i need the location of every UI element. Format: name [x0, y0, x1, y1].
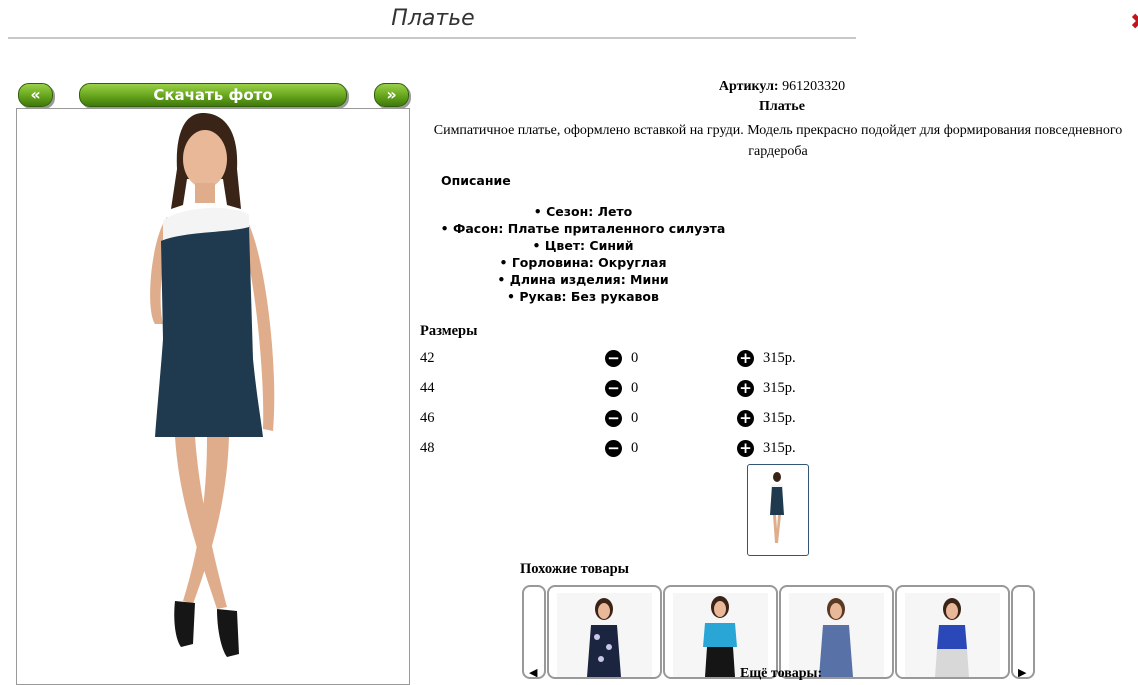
minus-circle-icon[interactable]: − [605, 350, 622, 367]
spec-length: Длина изделия: Мини [509, 272, 669, 287]
article-label: Артикул: [718, 79, 779, 94]
spec-color: Цвет: Синий [544, 238, 634, 253]
similar-product-illustration [673, 593, 768, 677]
quantity-value: 0 [631, 440, 639, 456]
chevron-left-icon: ◀ [529, 666, 538, 679]
plus-circle-icon[interactable]: + [737, 410, 754, 427]
size-label: 48 [420, 440, 435, 456]
similar-product-illustration [905, 593, 1000, 677]
plus-circle-icon[interactable]: + [737, 350, 754, 367]
next-photo-button[interactable]: » [374, 83, 409, 107]
spec-item: • Длина изделия: Мини [497, 272, 669, 287]
chevron-right-icon: ▶ [1018, 666, 1027, 679]
plus-circle-icon[interactable]: + [737, 440, 754, 457]
size-row: 42 − 0 + 315р. [420, 350, 820, 370]
quantity-value: 0 [631, 380, 639, 396]
size-row: 48 − 0 + 315р. [420, 440, 820, 460]
download-photo-button[interactable]: Скачать фото [79, 83, 347, 107]
similar-product-illustration [557, 593, 652, 677]
similar-product-card[interactable] [779, 585, 894, 679]
plus-circle-icon[interactable]: + [737, 380, 754, 397]
spec-item: • Цвет: Синий [532, 238, 634, 253]
specs-list: • Сезон: Лето • Фасон: Платье приталенно… [418, 203, 748, 305]
similar-product-card[interactable] [547, 585, 662, 679]
model-photo-illustration [17, 109, 409, 684]
quantity-value: 0 [631, 350, 639, 366]
minus-circle-icon[interactable]: − [605, 380, 622, 397]
size-price: 315р. [763, 350, 796, 366]
spec-season: Сезон: Лето [546, 204, 633, 219]
similar-product-card[interactable] [895, 585, 1010, 679]
similar-products-heading: Похожие товары [520, 561, 629, 577]
article-value: 961203320 [782, 79, 846, 94]
product-name: Платье [759, 99, 805, 114]
size-row: 44 − 0 + 315р. [420, 380, 820, 400]
article-line: Артикул: 961203320 [418, 79, 1138, 95]
spec-style: Фасон: Платье приталенного силуэта [452, 221, 726, 236]
spec-sleeve: Рукав: Без рукавов [519, 289, 659, 304]
spec-item: • Сезон: Лето [533, 204, 633, 219]
size-label: 42 [420, 350, 435, 366]
main-product-photo[interactable] [16, 108, 410, 685]
size-price: 315р. [763, 380, 796, 396]
description-heading: Описание [441, 173, 511, 188]
spec-item: • Рукав: Без рукавов [507, 289, 659, 304]
product-description: Симпатичное платье, оформлено вставкой н… [433, 123, 1123, 159]
size-label: 46 [420, 410, 435, 426]
sizes-heading: Размеры [420, 323, 478, 339]
minus-circle-icon[interactable]: − [605, 410, 622, 427]
more-products-label: Ещё товары: [740, 666, 823, 681]
carousel-prev-button[interactable]: ◀ [522, 585, 546, 679]
thumbnail-illustration [770, 472, 784, 543]
size-price: 315р. [763, 410, 796, 426]
minus-circle-icon[interactable]: − [605, 440, 622, 457]
similar-product-card[interactable] [663, 585, 778, 679]
spec-item: • Горловина: Округлая [499, 255, 667, 270]
prev-photo-button[interactable]: « [18, 83, 53, 107]
product-thumbnail[interactable] [747, 464, 809, 556]
size-price: 315р. [763, 440, 796, 456]
carousel-next-button[interactable]: ▶ [1011, 585, 1035, 679]
spec-item: • Фасон: Платье приталенного силуэта [440, 221, 726, 236]
size-label: 44 [420, 380, 435, 396]
page-title: Платье [391, 6, 475, 31]
quantity-value: 0 [631, 410, 639, 426]
similar-product-illustration [789, 593, 884, 677]
spec-neckline: Горловина: Округлая [511, 255, 667, 270]
size-row: 46 − 0 + 315р. [420, 410, 820, 430]
close-icon[interactable]: ✖ [1130, 10, 1138, 34]
title-divider [8, 37, 856, 39]
